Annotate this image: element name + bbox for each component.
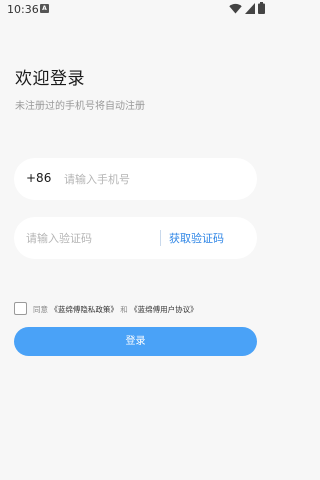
agreement-checkbox[interactable] xyxy=(14,302,27,315)
notification-icon: A xyxy=(40,4,49,13)
code-divider xyxy=(160,230,161,246)
login-button[interactable]: 登录 xyxy=(14,327,257,356)
signal-icon xyxy=(245,3,255,14)
verification-code-field: 获取验证码 xyxy=(14,217,257,259)
page-title: 欢迎登录 xyxy=(15,69,85,89)
status-time: 10:36 xyxy=(7,3,39,16)
phone-field: +86 xyxy=(14,158,257,200)
country-code[interactable]: +86 xyxy=(26,171,51,185)
page-subtitle: 未注册过的手机号将自动注册 xyxy=(15,101,145,112)
agreement-text: 同意 《蓝绵傅隐私政策》 和 《蓝绵傅用户协议》 xyxy=(33,304,198,315)
user-agreement-link[interactable]: 《蓝绵傅用户协议》 xyxy=(130,305,198,314)
status-bar: 10:36 A xyxy=(0,0,270,18)
get-code-button[interactable]: 获取验证码 xyxy=(169,230,224,246)
agreement-conjunction: 和 xyxy=(120,305,128,314)
battery-icon xyxy=(258,2,265,14)
login-screen: 10:36 A 欢迎登录 未注册过的手机号将自动注册 +86 获取验证码 同意 … xyxy=(0,0,270,480)
privacy-policy-link[interactable]: 《蓝绵傅隐私政策》 xyxy=(50,305,118,314)
wifi-icon xyxy=(229,3,242,14)
phone-input[interactable] xyxy=(64,170,244,188)
agreement-prefix: 同意 xyxy=(33,305,48,314)
verification-code-input[interactable] xyxy=(26,229,156,247)
